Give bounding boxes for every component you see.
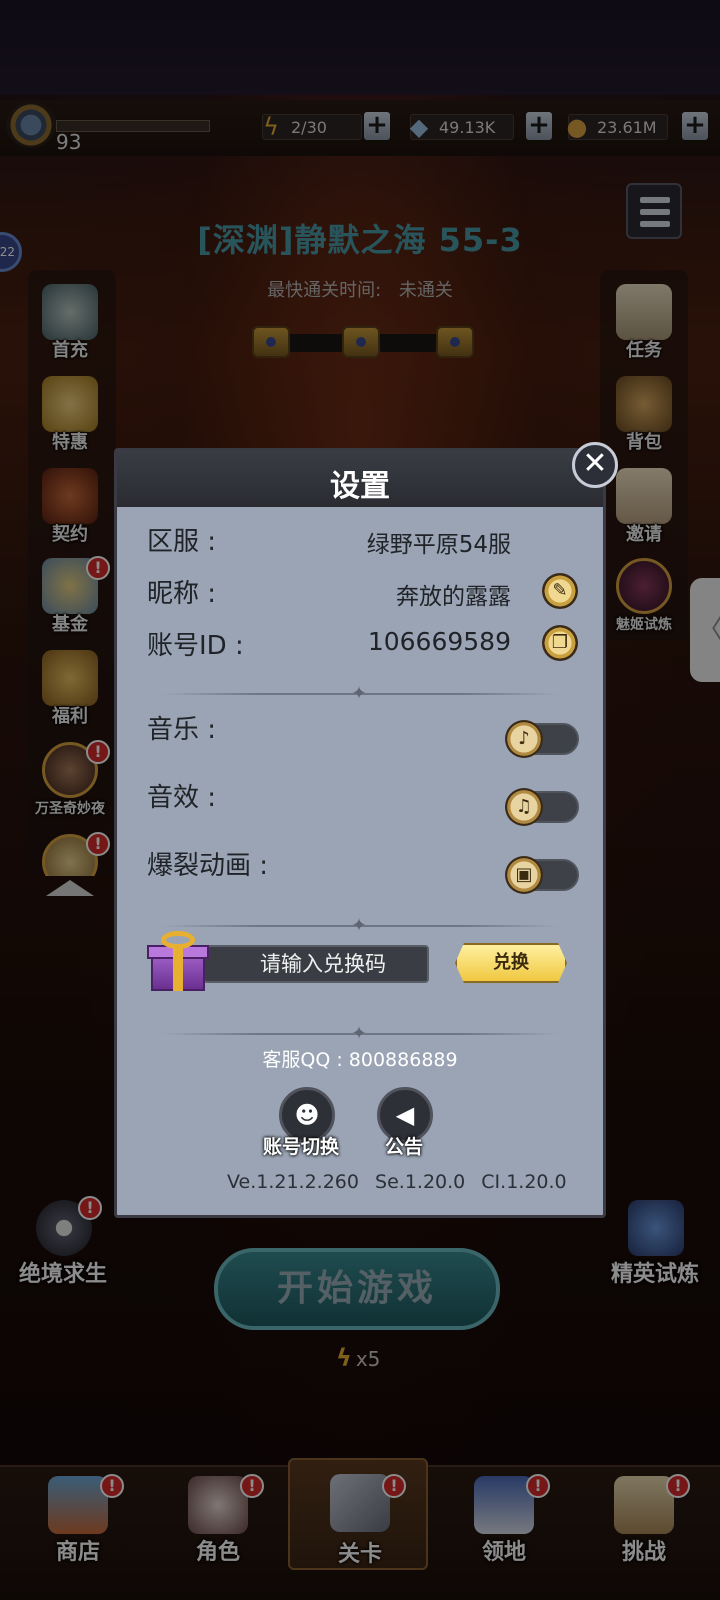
section-divider: ✦ (161, 685, 559, 703)
redeem-button[interactable]: 兑换 (455, 943, 567, 983)
megaphone-icon: ◀ (395, 1101, 415, 1129)
version-info: Ve.1.21.2.260 Se.1.20.0 CI.1.20.0 (227, 1171, 567, 1193)
music-label: 音乐 : (147, 715, 217, 745)
settings-title: 设置 (330, 469, 390, 504)
burst-animation-toggle[interactable]: ▣ (505, 856, 579, 894)
account-id-value: 106669589 (367, 627, 511, 656)
edit-pencil-icon[interactable]: ✎ (542, 573, 578, 609)
server-value: 绿野平原54服 (366, 532, 511, 558)
music-toggle[interactable]: ♪ (505, 720, 579, 758)
nickname-label: 昵称 : (147, 579, 217, 609)
section-divider: ✦ (161, 1025, 559, 1043)
burst-animation-label: 爆裂动画 : (147, 851, 269, 881)
server-label: 区服 : (147, 527, 217, 557)
image-icon: ▣ (505, 856, 543, 894)
copy-icon[interactable]: ❐ (542, 625, 578, 661)
nickname-value: 奔放的露露 (396, 584, 511, 610)
sound-effects-label: 音效 : (147, 783, 217, 813)
close-icon[interactable]: ✕ (572, 442, 618, 488)
redeem-code-input[interactable]: 请输入兑换码 (203, 945, 429, 983)
divider-ornament-icon: ✦ (351, 915, 367, 936)
settings-dialog: 设置 区服 : 绿野平原54服 昵称 : 奔放的露露 ✎ 账号ID : 1066… (114, 448, 606, 1218)
announcement-label: 公告 (385, 1136, 424, 1158)
switch-account-label: 账号切换 (263, 1136, 340, 1158)
speaker-icon: ♫ (505, 788, 543, 826)
divider-ornament-icon: ✦ (351, 683, 367, 704)
gift-box-icon (147, 931, 209, 993)
divider-ornament-icon: ✦ (351, 1023, 367, 1044)
settings-dialog-header: 设置 (117, 451, 603, 507)
users-icon: ☻ (294, 1101, 320, 1129)
account-id-label: 账号ID : (147, 631, 244, 661)
section-divider: ✦ (161, 917, 559, 935)
sound-effects-toggle[interactable]: ♫ (505, 788, 579, 826)
music-note-icon: ♪ (505, 720, 543, 758)
customer-service-qq: 客服QQ : 800886889 (262, 1049, 458, 1071)
